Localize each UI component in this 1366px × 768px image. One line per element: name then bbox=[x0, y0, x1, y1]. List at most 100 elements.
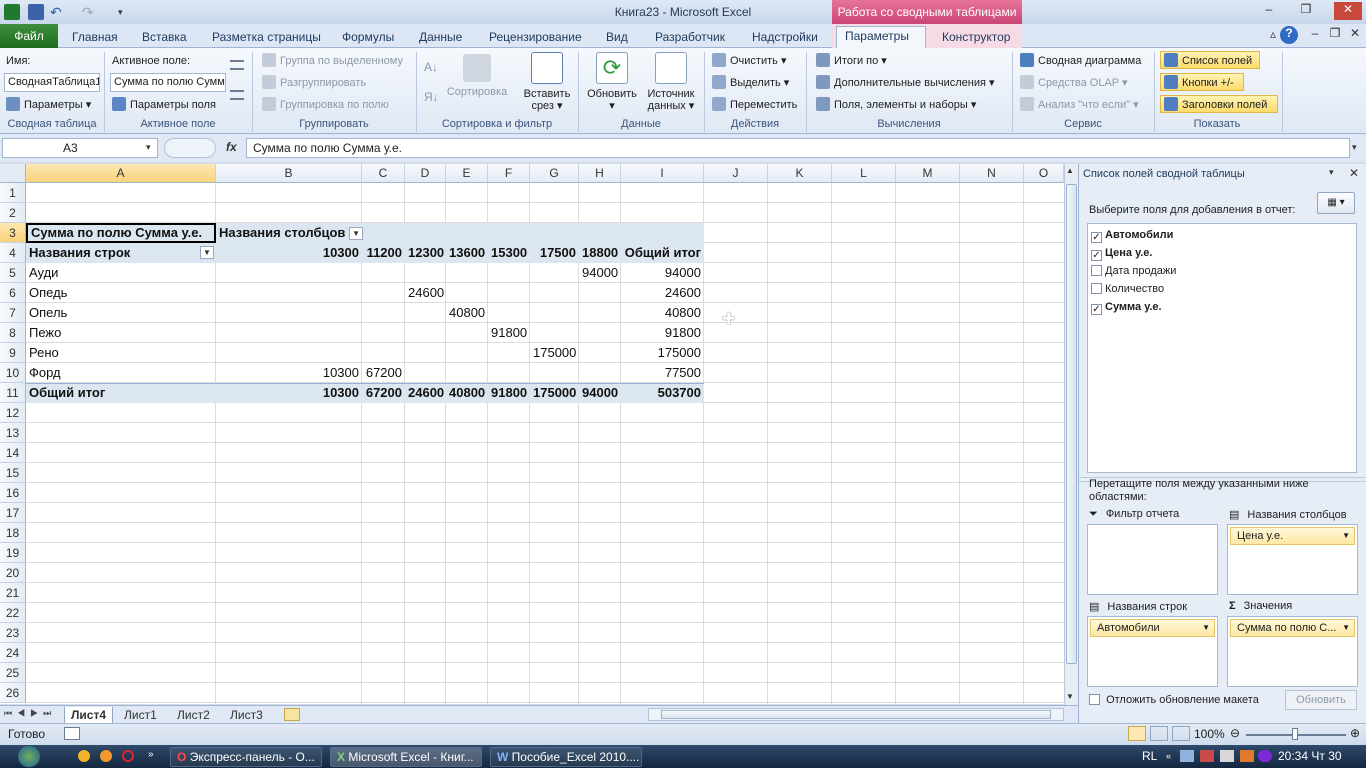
column-header-c[interactable]: C bbox=[362, 164, 405, 183]
volume-icon[interactable] bbox=[1220, 750, 1234, 762]
row-header-17[interactable]: 17 bbox=[0, 503, 26, 523]
value-field-chip[interactable]: Сумма по полю С... ▼ bbox=[1230, 619, 1355, 637]
pivot-column-labels-cell[interactable]: Названия столбцов ▼ bbox=[216, 223, 366, 243]
select-button[interactable]: Выделить ▾ bbox=[712, 74, 789, 92]
column-header-h[interactable]: H bbox=[579, 164, 621, 183]
sheet-tab-4[interactable]: Лист4 bbox=[64, 707, 114, 724]
column-header-o[interactable]: O bbox=[1024, 164, 1064, 183]
field-list-item[interactable]: ✓ Цена у.е. bbox=[1091, 244, 1153, 262]
column-filter-dropdown-icon[interactable]: ▼ bbox=[349, 227, 364, 241]
row-header-2[interactable]: 2 bbox=[0, 203, 26, 223]
pivot-grand-total-header-cell[interactable]: Общий итог bbox=[621, 243, 704, 263]
sort-az-icon[interactable]: A↓ bbox=[424, 60, 440, 78]
pivot-grand-total-cell[interactable]: 91800 bbox=[488, 383, 530, 403]
pivot-row-total-cell[interactable]: 91800 bbox=[621, 323, 704, 343]
field-list-item[interactable]: ✓ Автомобили bbox=[1091, 226, 1173, 244]
pivot-row-total-cell[interactable]: 24600 bbox=[621, 283, 704, 303]
row-labels-area[interactable]: Автомобили ▼ bbox=[1087, 616, 1218, 687]
fields-items-sets-button[interactable]: Поля, элементы и наборы ▾ bbox=[816, 96, 976, 114]
sort-button[interactable]: Сортировка bbox=[444, 54, 510, 98]
new-sheet-icon[interactable] bbox=[284, 708, 300, 721]
page-layout-view-icon[interactable] bbox=[1150, 726, 1168, 741]
page-break-view-icon[interactable] bbox=[1172, 726, 1190, 741]
row-header-5[interactable]: 5 bbox=[0, 263, 26, 283]
pivot-grand-total-cell[interactable]: 10300 bbox=[216, 383, 362, 403]
field-settings-button[interactable]: Параметры поля bbox=[112, 96, 216, 114]
pivot-column-header-cell[interactable]: 17500 bbox=[530, 243, 579, 263]
pivot-options-button[interactable]: Параметры ▾ bbox=[6, 96, 91, 114]
row-header-6[interactable]: 6 bbox=[0, 283, 26, 303]
field-list-item[interactable]: Количество bbox=[1091, 280, 1164, 298]
row-header-18[interactable]: 18 bbox=[0, 523, 26, 543]
insert-function-icon[interactable]: fx bbox=[226, 140, 237, 154]
tab-review[interactable]: Рецензирование bbox=[481, 28, 590, 48]
pane-options-icon[interactable]: ▾ bbox=[1329, 167, 1334, 178]
tab-data[interactable]: Данные bbox=[411, 28, 470, 48]
olap-tools-button[interactable]: Средства OLAP ▾ bbox=[1020, 74, 1128, 92]
field-checkbox[interactable]: ✓ bbox=[1091, 232, 1102, 243]
vertical-scroll-thumb[interactable] bbox=[1066, 184, 1077, 664]
help-icon[interactable]: ? bbox=[1280, 26, 1298, 44]
pivot-value-cell[interactable]: 175000 bbox=[530, 343, 579, 363]
zoom-slider-thumb[interactable] bbox=[1292, 728, 1298, 740]
field-list-toggle[interactable]: Список полей bbox=[1160, 51, 1260, 69]
row-field-chip[interactable]: Автомобили ▼ bbox=[1090, 619, 1215, 637]
tab-insert[interactable]: Вставка bbox=[134, 28, 195, 48]
row-header-3[interactable]: 3 bbox=[0, 223, 26, 243]
zoom-in-icon[interactable]: ⊕ bbox=[1350, 726, 1360, 740]
tray-icon[interactable] bbox=[1200, 750, 1214, 762]
row-filter-dropdown-icon[interactable]: ▼ bbox=[200, 246, 214, 259]
minimize-icon[interactable]: ‒ bbox=[1258, 2, 1280, 20]
pivot-row-label-cell[interactable]: Ауди bbox=[26, 263, 216, 283]
defer-update-row[interactable]: Отложить обновление макета bbox=[1089, 694, 1259, 706]
tray-expand-icon[interactable]: « bbox=[1166, 751, 1171, 761]
row-header-26[interactable]: 26 bbox=[0, 683, 26, 703]
row-header-21[interactable]: 21 bbox=[0, 583, 26, 603]
pivot-value-cell[interactable]: 40800 bbox=[446, 303, 488, 323]
restore-icon[interactable]: ❐ bbox=[1295, 2, 1317, 20]
expand-field-icon[interactable] bbox=[230, 60, 244, 70]
tab-addins[interactable]: Надстройки bbox=[744, 28, 826, 48]
tray-icon[interactable] bbox=[1258, 750, 1272, 762]
name-box-dropdown-icon[interactable]: ▾ bbox=[146, 142, 151, 153]
chip-dropdown-icon[interactable]: ▼ bbox=[1202, 620, 1210, 636]
pivot-grand-total-label-cell[interactable]: Общий итог bbox=[26, 383, 216, 403]
summarize-by-button[interactable]: Итоги по ▾ bbox=[816, 52, 887, 70]
tab-view[interactable]: Вид bbox=[598, 28, 636, 48]
horizontal-scrollbar[interactable] bbox=[648, 708, 1064, 721]
scroll-up-icon[interactable]: ▲ bbox=[1066, 166, 1074, 175]
pivot-column-header-cell[interactable]: 12300 bbox=[405, 243, 446, 263]
row-header-19[interactable]: 19 bbox=[0, 543, 26, 563]
taskbar-excel[interactable]: X Microsoft Excel - Книг... bbox=[330, 747, 482, 767]
tab-options[interactable]: Параметры bbox=[836, 26, 926, 49]
worksheet-grid[interactable]: ABCDEFGHIJKLMNO 1 2 3 4 5 6 7 8 9 10 11 12 13 14 15 16 1… bbox=[0, 164, 1064, 704]
pivot-row-total-cell[interactable]: 77500 bbox=[621, 363, 704, 383]
pivot-grand-total-cell[interactable]: 94000 bbox=[579, 383, 621, 403]
tab-formulas[interactable]: Формулы bbox=[334, 28, 402, 48]
row-header-9[interactable]: 9 bbox=[0, 343, 26, 363]
sheet-tab-2[interactable]: Лист2 bbox=[171, 707, 216, 723]
pivot-row-total-cell[interactable]: 94000 bbox=[621, 263, 704, 283]
formula-bar-resize-handle[interactable] bbox=[164, 138, 216, 158]
pivot-grand-total-cell[interactable]: 40800 bbox=[446, 383, 488, 403]
pivot-grand-total-cell[interactable]: 67200 bbox=[362, 383, 405, 403]
plus-minus-buttons-toggle[interactable]: Кнопки +/- bbox=[1160, 73, 1244, 91]
pivot-grand-total-cell[interactable]: 175000 bbox=[530, 383, 579, 403]
pivot-value-cell[interactable]: 67200 bbox=[362, 363, 405, 383]
tab-home[interactable]: Главная bbox=[64, 28, 126, 48]
column-header-l[interactable]: L bbox=[832, 164, 896, 183]
field-checkbox[interactable] bbox=[1091, 283, 1102, 294]
row-header-22[interactable]: 22 bbox=[0, 603, 26, 623]
chip-dropdown-icon[interactable]: ▼ bbox=[1342, 528, 1350, 544]
scroll-down-icon[interactable]: ▼ bbox=[1066, 692, 1074, 701]
refresh-button[interactable]: ⟳ Обновить ▾ bbox=[582, 52, 642, 112]
column-header-g[interactable]: G bbox=[530, 164, 579, 183]
pivot-value-cell[interactable]: 24600 bbox=[405, 283, 446, 303]
row-header-14[interactable]: 14 bbox=[0, 443, 26, 463]
expand-formula-icon[interactable]: ▾ bbox=[1352, 142, 1357, 153]
pivot-column-header-cell[interactable]: 13600 bbox=[446, 243, 488, 263]
what-if-button[interactable]: Анализ "что если" ▾ bbox=[1020, 96, 1139, 114]
doc-minimize-icon[interactable]: ‒ bbox=[1304, 26, 1326, 44]
opera-quicklaunch-icon[interactable] bbox=[122, 750, 134, 762]
group-field-button[interactable]: Группировка по полю bbox=[262, 96, 389, 114]
